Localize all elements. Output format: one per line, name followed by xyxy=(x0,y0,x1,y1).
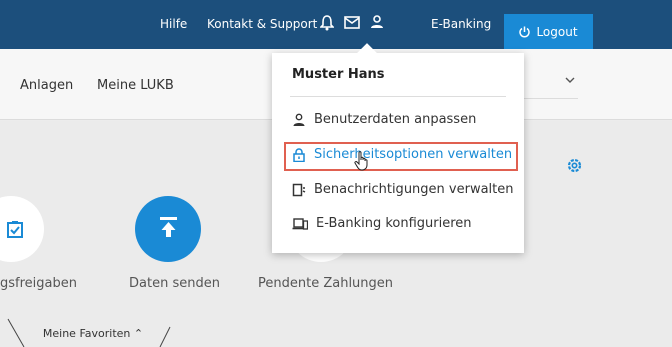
help-link[interactable]: Hilfe xyxy=(160,17,187,31)
menu-item-label: E-Banking konfigurieren xyxy=(316,216,472,231)
user-dropdown-menu: Muster Hans Benutzerdaten anpassen Siche… xyxy=(272,43,524,253)
menu-item-ebanking-konfigurieren[interactable]: E-Banking konfigurieren xyxy=(292,216,472,231)
gear-icon[interactable] xyxy=(566,157,583,174)
divider xyxy=(290,96,506,97)
menu-item-benachrichtigungen[interactable]: Benachrichtigungen verwalten xyxy=(292,182,514,197)
menu-item-label: Sicherheitsoptionen verwalten xyxy=(314,147,513,162)
favorites-label: Meine Favoriten xyxy=(42,327,131,340)
logout-label: Logout xyxy=(536,24,578,39)
ebanking-link[interactable]: E-Banking xyxy=(431,17,491,31)
devices-icon xyxy=(292,217,308,230)
logout-button[interactable]: Logout xyxy=(504,14,593,49)
favorites-tab[interactable]: Meine Favoriten ⌃ xyxy=(28,321,158,347)
menu-item-sicherheitsoptionen[interactable]: Sicherheitsoptionen verwalten xyxy=(292,147,512,162)
tile-pendente-zahlungen-label: Pendente Zahlungen xyxy=(258,276,394,291)
user-icon xyxy=(293,113,305,126)
upload-icon xyxy=(160,217,177,237)
power-icon xyxy=(519,26,531,37)
menu-item-benutzerdaten[interactable]: Benutzerdaten anpassen xyxy=(292,112,476,127)
clipboard-check-icon xyxy=(7,221,23,238)
user-name: Muster Hans xyxy=(292,67,385,82)
nav-item-anlagen[interactable]: Anlagen xyxy=(20,78,73,93)
chevron-up-icon: ⌃ xyxy=(133,327,144,340)
menu-item-label: Benachrichtigungen verwalten xyxy=(314,182,514,197)
tile-daten-senden-label: Daten senden xyxy=(129,276,220,291)
tile-freigaben-label: gsfreigaben xyxy=(0,276,77,291)
menu-item-label: Benutzerdaten anpassen xyxy=(314,112,477,127)
nav-item-meine-lukb[interactable]: Meine LUKB xyxy=(97,78,174,93)
device-notification-icon xyxy=(292,183,306,196)
user-icon[interactable] xyxy=(370,14,384,30)
chevron-down-icon[interactable] xyxy=(565,77,575,84)
bell-icon[interactable] xyxy=(320,15,334,31)
lock-icon xyxy=(293,147,305,162)
mail-icon[interactable] xyxy=(344,16,360,29)
contact-support-link[interactable]: Kontakt & Support xyxy=(207,17,317,31)
hand-cursor-icon xyxy=(354,151,368,171)
